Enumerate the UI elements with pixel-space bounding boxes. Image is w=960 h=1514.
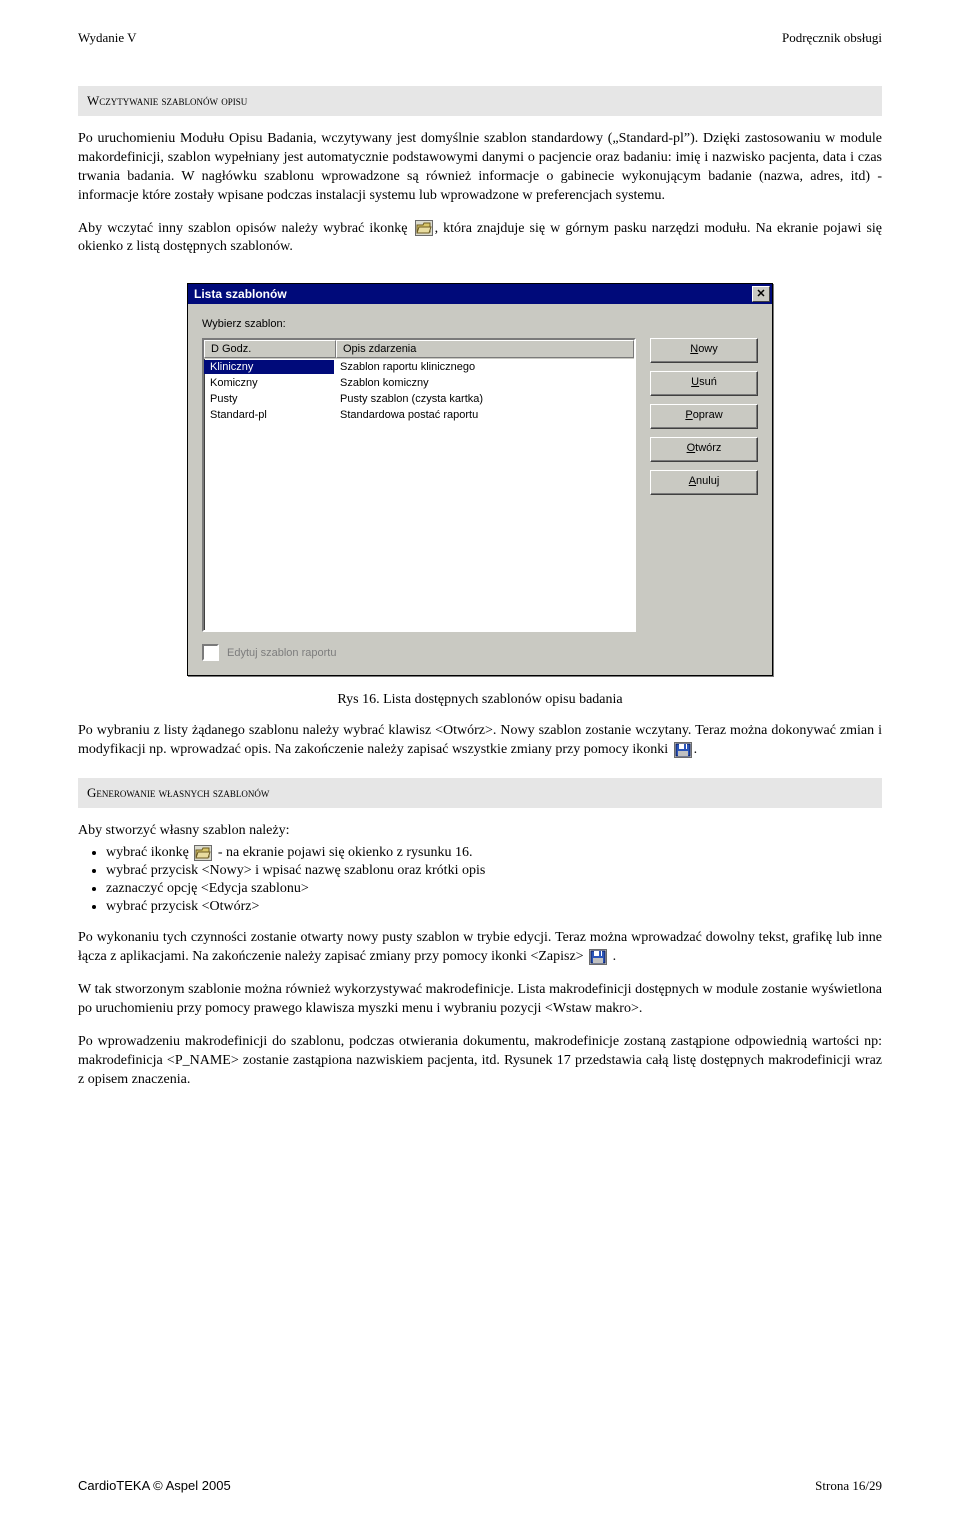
step-1: wybrać ikonkę - na ekranie pojawi się ok… bbox=[106, 845, 882, 861]
dialog-title: Lista szablonów bbox=[194, 287, 287, 301]
paragraph-2: Aby wczytać inny szablon opisów należy w… bbox=[78, 220, 882, 258]
open-icon bbox=[194, 845, 212, 861]
paragraph-3-text: Po wybraniu z listy żądanego szablonu na… bbox=[78, 723, 882, 757]
paragraph-3: Po wybraniu z listy żądanego szablonu na… bbox=[78, 722, 882, 760]
cancel-button-rest: nuluj bbox=[696, 475, 719, 487]
list-cell: Pusty bbox=[204, 392, 334, 406]
edit-button[interactable]: Popraw bbox=[650, 404, 758, 429]
edit-template-checkbox[interactable] bbox=[202, 644, 219, 661]
list-item[interactable]: Kliniczny Szablon raportu klinicznego bbox=[204, 359, 634, 375]
dialog-prompt: Wybierz szablon: bbox=[202, 318, 758, 330]
new-button[interactable]: Nowy bbox=[650, 338, 758, 363]
save-icon bbox=[674, 742, 692, 758]
new-button-rest: owy bbox=[698, 343, 718, 355]
step-1a: wybrać ikonkę bbox=[106, 845, 192, 860]
step-4: wybrać przycisk <Otwórz> bbox=[106, 899, 882, 915]
col-header-1[interactable]: D Godz. bbox=[204, 340, 336, 358]
open-icon bbox=[415, 220, 433, 236]
save-icon bbox=[589, 949, 607, 965]
open-button-rest: twórz bbox=[695, 442, 721, 454]
section-heading-2: Generowanie własnych szablonów bbox=[78, 778, 882, 808]
template-list-dialog: Lista szablonów ✕ Wybierz szablon: D God… bbox=[187, 283, 773, 676]
step-3: zaznaczyć opcję <Edycja szablonu> bbox=[106, 881, 882, 897]
header-right: Podręcznik obsługi bbox=[782, 30, 882, 46]
steps-list: wybrać ikonkę - na ekranie pojawi się ok… bbox=[106, 845, 882, 915]
list-cell: Szablon raportu klinicznego bbox=[334, 360, 634, 374]
cancel-button[interactable]: Anuluj bbox=[650, 470, 758, 495]
list-cell: Komiczny bbox=[204, 376, 334, 390]
list-item[interactable]: Pusty Pusty szablon (czysta kartka) bbox=[204, 391, 634, 407]
figure-caption: Rys 16. Lista dostępnych szablonów opisu… bbox=[78, 692, 882, 708]
paragraph-6: W tak stworzonym szablonie można również… bbox=[78, 981, 882, 1019]
list-cell: Standardowa postać raportu bbox=[334, 408, 634, 422]
list-cell: Kliniczny bbox=[204, 360, 334, 374]
close-button[interactable]: ✕ bbox=[752, 286, 770, 302]
dialog-titlebar: Lista szablonów ✕ bbox=[188, 284, 772, 304]
paragraph-5b: . bbox=[609, 949, 616, 964]
paragraph-5: Po wykonaniu tych czynności zostanie otw… bbox=[78, 929, 882, 967]
delete-button-rest: suń bbox=[699, 376, 717, 388]
template-listbox[interactable]: D Godz. Opis zdarzenia Kliniczny Szablon… bbox=[202, 338, 636, 632]
footer-right: Strona 16/29 bbox=[815, 1478, 882, 1494]
list-header: D Godz. Opis zdarzenia bbox=[204, 340, 634, 359]
step-2: wybrać przycisk <Nowy> i wpisać nazwę sz… bbox=[106, 863, 882, 879]
paragraph-5a: Po wykonaniu tych czynności zostanie otw… bbox=[78, 930, 882, 964]
header-left: Wydanie V bbox=[78, 30, 137, 46]
paragraph-7: Po wprowadzeniu makrodefinicji do szablo… bbox=[78, 1033, 882, 1090]
footer-left: CardioTEKA © Aspel 2005 bbox=[78, 1478, 231, 1494]
list-item[interactable]: Komiczny Szablon komiczny bbox=[204, 375, 634, 391]
step-1b: - na ekranie pojawi się okienko z rysunk… bbox=[214, 845, 472, 860]
section-heading-1: Wczytywanie szablonów opisu bbox=[78, 86, 882, 116]
list-item[interactable]: Standard-pl Standardowa postać raportu bbox=[204, 407, 634, 423]
edit-template-checkbox-label: Edytuj szablon raportu bbox=[227, 647, 758, 659]
list-cell: Standard-pl bbox=[204, 408, 334, 422]
edit-button-rest: opraw bbox=[693, 409, 723, 421]
open-button[interactable]: Otwórz bbox=[650, 437, 758, 462]
paragraph-2a: Aby wczytać inny szablon opisów należy w… bbox=[78, 221, 413, 236]
delete-button[interactable]: Usuń bbox=[650, 371, 758, 396]
list-cell: Szablon komiczny bbox=[334, 376, 634, 390]
paragraph-1: Po uruchomieniu Modułu Opisu Badania, wc… bbox=[78, 130, 882, 206]
paragraph-4: Aby stworzyć własny szablon należy: bbox=[78, 822, 882, 841]
col-header-2[interactable]: Opis zdarzenia bbox=[336, 340, 634, 358]
list-cell: Pusty szablon (czysta kartka) bbox=[334, 392, 634, 406]
